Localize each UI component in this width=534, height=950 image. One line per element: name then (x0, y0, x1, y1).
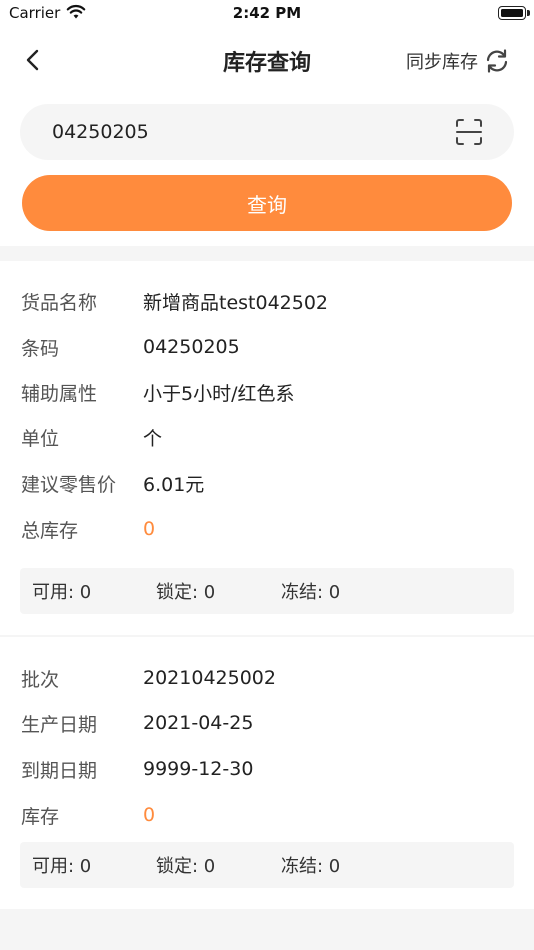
sync-stock-label: 同步库存 (406, 52, 478, 73)
row-production-date: 生产日期 2021-04-25 (21, 708, 253, 738)
sync-icon (486, 49, 508, 73)
batch-available-stock: 可用: 0 (32, 856, 92, 877)
retail-price-value: 6.01元 (143, 473, 205, 496)
row-barcode: 条码 04250205 (21, 332, 240, 362)
header-area: Carrier 2:42 PM 库存查询 同步库存 04250205 查询 (0, 0, 534, 246)
row-aux-attribute: 辅助属性 小于5小时/红色系 (21, 377, 295, 407)
row-retail-price: 建议零售价 6.01元 (21, 468, 204, 498)
aux-attribute-value: 小于5小时/红色系 (143, 382, 295, 405)
row-batch-stock: 库存 0 (21, 800, 155, 830)
product-name-value: 新增商品test042502 (143, 291, 329, 314)
product-name-label: 货品名称 (21, 291, 98, 314)
total-stock-value: 0 (143, 518, 156, 540)
sync-stock-button[interactable]: 同步库存 (406, 48, 510, 74)
expiry-date-value: 9999-12-30 (143, 758, 254, 780)
row-expiry-date: 到期日期 9999-12-30 (21, 754, 253, 784)
row-batch: 批次 20210425002 (21, 663, 276, 693)
total-stock-label: 总库存 (21, 519, 79, 542)
barcode-value: 04250205 (143, 336, 240, 358)
scan-icon[interactable] (454, 117, 484, 147)
unit-label: 单位 (21, 427, 60, 450)
batch-stock-label: 库存 (21, 805, 60, 828)
search-input[interactable] (52, 104, 432, 160)
production-date-label: 生产日期 (21, 713, 98, 736)
battery-icon (498, 6, 530, 20)
available-stock: 可用: 0 (32, 582, 92, 603)
batch-info-card: 批次 20210425002 生产日期 2021-04-25 到期日期 9999… (0, 637, 534, 909)
nav-bar: 库存查询 同步库存 (0, 36, 534, 84)
unit-value: 个 (143, 427, 163, 450)
batch-frozen-stock: 冻结: 0 (281, 856, 341, 877)
search-box (20, 104, 514, 160)
batch-locked-stock: 锁定: 0 (156, 856, 216, 877)
batch-stock-breakdown: 可用: 0 锁定: 0 冻结: 0 (20, 842, 514, 888)
status-time: 2:42 PM (232, 4, 302, 22)
aux-attribute-label: 辅助属性 (21, 382, 98, 405)
query-button[interactable]: 查询 (22, 175, 512, 231)
expiry-date-label: 到期日期 (21, 759, 98, 782)
row-total-stock: 总库存 0 (21, 514, 155, 544)
production-date-value: 2021-04-25 (143, 712, 254, 734)
barcode-label: 条码 (21, 337, 60, 360)
product-info-card: 货品名称 新增商品test042502 条码 04250205 辅助属性 小于5… (0, 261, 534, 635)
row-product-name: 货品名称 新增商品test042502 (21, 286, 328, 316)
status-bar: Carrier 2:42 PM (0, 0, 534, 30)
retail-price-label: 建议零售价 (21, 473, 117, 496)
batch-stock-value: 0 (143, 804, 156, 826)
frozen-stock: 冻结: 0 (281, 582, 341, 603)
locked-stock: 锁定: 0 (156, 582, 216, 603)
stock-breakdown: 可用: 0 锁定: 0 冻结: 0 (20, 568, 514, 614)
batch-label: 批次 (21, 668, 60, 691)
row-unit: 单位 个 (21, 422, 162, 452)
batch-value: 20210425002 (143, 667, 276, 689)
